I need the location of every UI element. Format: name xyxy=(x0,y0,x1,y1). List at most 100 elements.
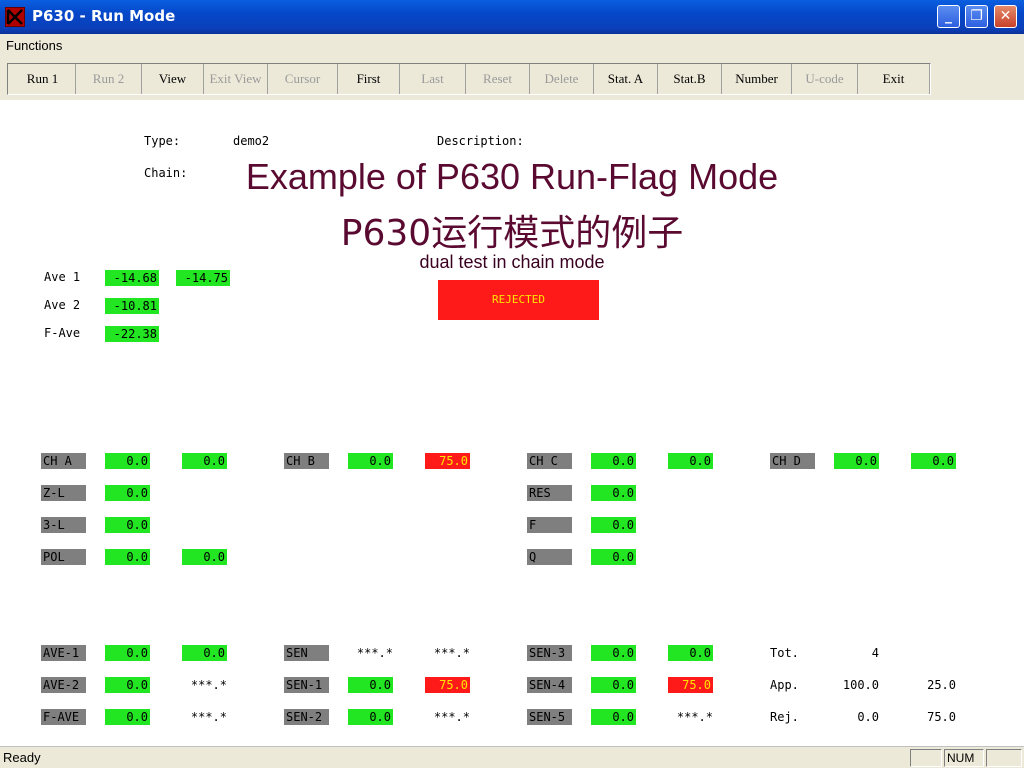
ave1-label: Ave 1 xyxy=(44,270,81,284)
ch-a-label: CH A xyxy=(41,453,86,469)
f-label: F xyxy=(527,517,572,533)
last-button[interactable]: Last xyxy=(400,64,466,94)
f-value: 0.0 xyxy=(591,517,636,533)
title-bar[interactable]: P630 - Run Mode _ ❐ ✕ xyxy=(0,0,1024,34)
exit-button[interactable]: Exit xyxy=(858,64,930,94)
res-label: RES xyxy=(527,485,572,501)
q-label: Q xyxy=(527,549,572,565)
sen-5-value-a: 0.0 xyxy=(591,709,636,725)
restore-button[interactable]: ❐ xyxy=(965,5,988,28)
rej-label: Rej. xyxy=(770,710,799,724)
number-button[interactable]: Number xyxy=(722,64,792,94)
ch-a-value-2: 0.0 xyxy=(182,453,227,469)
first-button[interactable]: First xyxy=(338,64,400,94)
ch-d-label: CH D xyxy=(770,453,815,469)
run2-button[interactable]: Run 2 xyxy=(76,64,142,94)
f-ave-value-a: 0.0 xyxy=(105,709,150,725)
ch-c-value-1: 0.0 xyxy=(591,453,636,469)
window-title: P630 - Run Mode xyxy=(32,7,176,25)
q-value: 0.0 xyxy=(591,549,636,565)
sen-4-value-a: 0.0 xyxy=(591,677,636,693)
overlay-title-chinese: P630运行模式的例子 xyxy=(340,213,684,254)
description-label: Description: xyxy=(437,134,524,148)
tot-label: Tot. xyxy=(770,646,799,660)
status-panel-empty-2 xyxy=(986,749,1022,767)
app-value-b: 25.0 xyxy=(927,678,956,692)
type-label: Type: xyxy=(144,134,181,148)
ave2-label: Ave 2 xyxy=(44,298,81,312)
ch-b-value-2: 75.0 xyxy=(425,453,470,469)
stat-b-button[interactable]: Stat.B xyxy=(658,64,722,94)
ch-b-value-1: 0.0 xyxy=(348,453,393,469)
ave1-value-b: -14.75 xyxy=(176,270,230,286)
minimize-button[interactable]: _ xyxy=(937,5,960,28)
rej-value-b: 75.0 xyxy=(927,710,956,724)
sen-label: SEN xyxy=(284,645,329,661)
ave-2-value-a: 0.0 xyxy=(105,677,150,693)
view-button[interactable]: View xyxy=(142,64,204,94)
sen-value-a: ***.* xyxy=(356,646,393,660)
f-ave-label: F-AVE xyxy=(41,709,86,725)
sen-5-label: SEN-5 xyxy=(527,709,572,725)
sen-3-label: SEN-3 xyxy=(527,645,572,661)
sen-2-value-b: ***.* xyxy=(433,710,470,724)
menu-functions[interactable]: Functions xyxy=(6,38,62,53)
sen-2-value-a: 0.0 xyxy=(348,709,393,725)
sen-3-value-b: 0.0 xyxy=(668,645,713,661)
three-l-value: 0.0 xyxy=(105,517,150,533)
close-button[interactable]: ✕ xyxy=(994,5,1017,28)
ch-c-value-2: 0.0 xyxy=(668,453,713,469)
exit-view-button[interactable]: Exit View xyxy=(204,64,268,94)
sen-2-label: SEN-2 xyxy=(284,709,329,725)
u-code-button[interactable]: U-code xyxy=(792,64,858,94)
pol-value-2: 0.0 xyxy=(182,549,227,565)
ave-1-label: AVE-1 xyxy=(41,645,86,661)
ave-2-value-b: ***.* xyxy=(190,678,227,692)
ave-1-value-a: 0.0 xyxy=(105,645,150,661)
ave1-value-a: -14.68 xyxy=(105,270,159,286)
run-mode-panel: Type: demo2 Description: Chain: Example … xyxy=(0,100,1024,746)
sen-4-label: SEN-4 xyxy=(527,677,572,693)
overlay-title: Example of P630 Run-Flag Mode xyxy=(245,156,779,197)
sen-5-value-b: ***.* xyxy=(676,710,713,724)
pol-value-1: 0.0 xyxy=(105,549,150,565)
f-ave-value-b: ***.* xyxy=(190,710,227,724)
app-icon xyxy=(5,7,25,27)
menu-bar: Functions xyxy=(0,34,1024,58)
cursor-button[interactable]: Cursor xyxy=(268,64,338,94)
ch-c-label: CH C xyxy=(527,453,572,469)
sen-1-label: SEN-1 xyxy=(284,677,329,693)
delete-button[interactable]: Delete xyxy=(530,64,594,94)
rejected-banner: REJECTED xyxy=(438,280,599,320)
ch-d-value-2: 0.0 xyxy=(911,453,956,469)
status-panel-empty xyxy=(910,749,942,767)
sen-1-value-b: 75.0 xyxy=(425,677,470,693)
rej-value-a: 0.0 xyxy=(857,710,879,724)
ave-1-value-b: 0.0 xyxy=(182,645,227,661)
z-l-label: Z-L xyxy=(41,485,86,501)
stat-a-button[interactable]: Stat. A xyxy=(594,64,658,94)
status-text: Ready xyxy=(3,750,41,765)
fave-label: F-Ave xyxy=(44,326,81,340)
res-value: 0.0 xyxy=(591,485,636,501)
ave2-value-a: -10.81 xyxy=(105,298,159,314)
app-label: App. xyxy=(770,678,799,692)
ave-2-label: AVE-2 xyxy=(41,677,86,693)
fave-value-a: -22.38 xyxy=(105,326,159,342)
ch-d-value-1: 0.0 xyxy=(834,453,879,469)
sen-value-b: ***.* xyxy=(433,646,470,660)
num-lock-indicator: NUM xyxy=(944,749,984,767)
toolbar: Run 1 Run 2 View Exit View Cursor First … xyxy=(0,58,1024,100)
three-l-label: 3-L xyxy=(41,517,86,533)
z-l-value: 0.0 xyxy=(105,485,150,501)
pol-label: POL xyxy=(41,549,86,565)
app-value-a: 100.0 xyxy=(842,678,879,692)
sen-4-value-b: 75.0 xyxy=(668,677,713,693)
sen-1-value-a: 0.0 xyxy=(348,677,393,693)
reset-button[interactable]: Reset xyxy=(466,64,530,94)
run1-button[interactable]: Run 1 xyxy=(10,64,76,94)
ch-a-value-1: 0.0 xyxy=(105,453,150,469)
tot-value: 4 xyxy=(871,646,879,660)
type-value: demo2 xyxy=(233,134,270,148)
sen-3-value-a: 0.0 xyxy=(591,645,636,661)
